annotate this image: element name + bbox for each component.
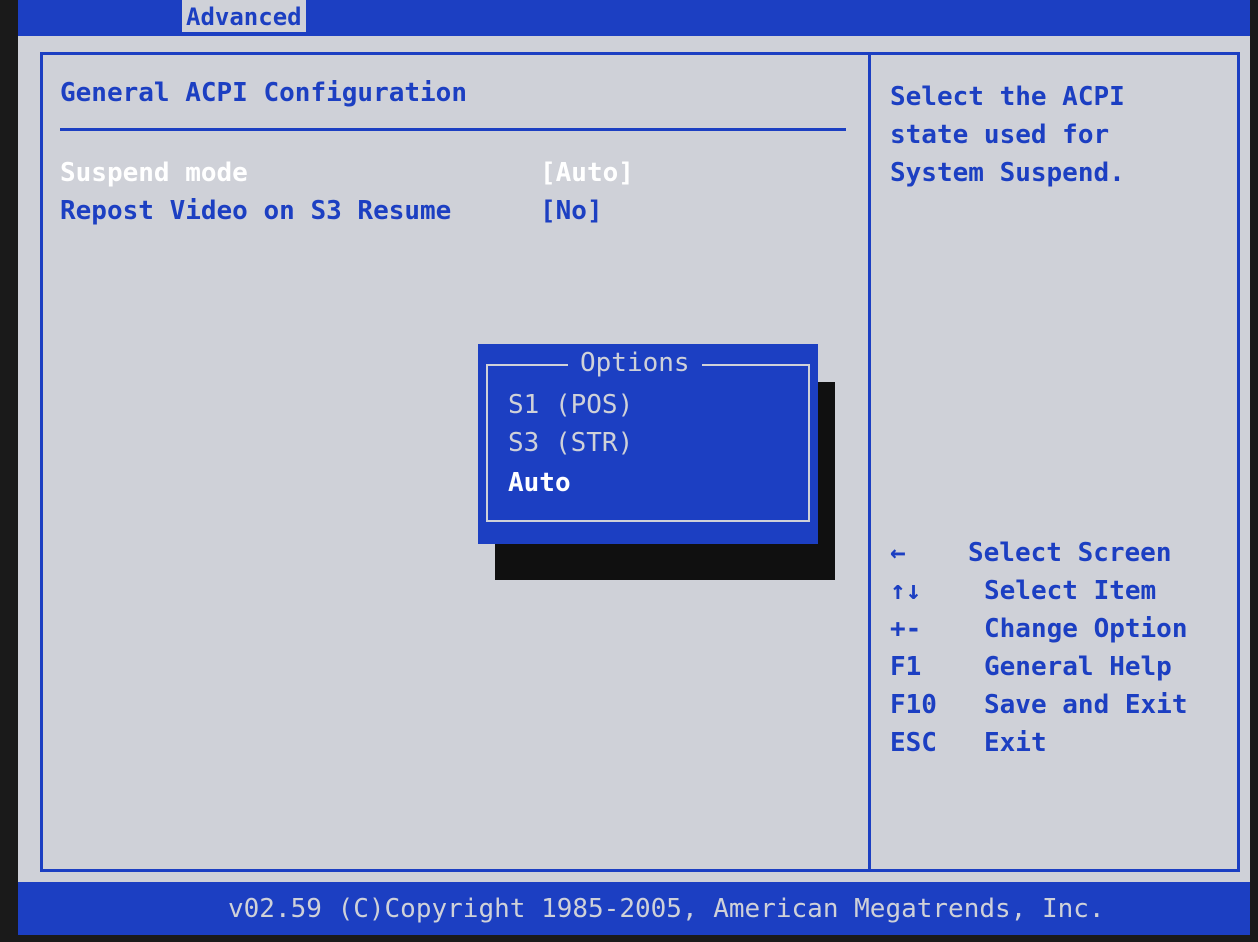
- help-text: Select the ACPI state used for System Su…: [890, 78, 1210, 192]
- help-line: System Suspend.: [890, 158, 1125, 188]
- tab-advanced[interactable]: Advanced: [182, 0, 306, 32]
- bios-screen: Advanced General ACPI Configuration Susp…: [18, 0, 1250, 935]
- popup-title: Options: [568, 348, 702, 378]
- option-s3-str[interactable]: S3 (STR): [508, 428, 633, 458]
- key-name: F10: [890, 690, 937, 720]
- panel-divider: [868, 52, 871, 872]
- help-line: Select the ACPI: [890, 82, 1125, 112]
- key-name: F1: [890, 652, 922, 682]
- key-desc: General Help: [984, 652, 1172, 682]
- key-desc: Select Item: [984, 576, 1157, 606]
- menu-bar: Advanced: [18, 0, 1250, 36]
- key-desc: Exit: [984, 728, 1047, 758]
- key-desc: Change Option: [984, 614, 1188, 644]
- option-s1-pos[interactable]: S1 (POS): [508, 390, 633, 420]
- key-desc: Save and Exit: [984, 690, 1188, 720]
- setting-value[interactable]: [Auto]: [540, 158, 634, 188]
- left-arrow-icon: ←: [890, 538, 906, 568]
- key-name: ESC: [890, 728, 937, 758]
- copyright-text: v02.59 (C)Copyright 1985-2005, American …: [228, 894, 1105, 924]
- up-down-arrows-icon: ↑↓: [890, 576, 922, 606]
- page-title: General ACPI Configuration: [60, 78, 467, 108]
- setting-label: Repost Video on S3 Resume: [60, 196, 452, 226]
- options-popup: Options S1 (POS) S3 (STR) Auto: [478, 344, 818, 544]
- key-desc: Select Screen: [968, 538, 1172, 568]
- help-line: state used for: [890, 120, 1110, 150]
- footer-bar: v02.59 (C)Copyright 1985-2005, American …: [18, 882, 1250, 935]
- title-divider: [60, 128, 846, 131]
- plus-minus-icon: +-: [890, 614, 922, 644]
- option-auto[interactable]: Auto: [508, 468, 571, 498]
- setting-value[interactable]: [No]: [540, 196, 603, 226]
- setting-label: Suspend mode: [60, 158, 248, 188]
